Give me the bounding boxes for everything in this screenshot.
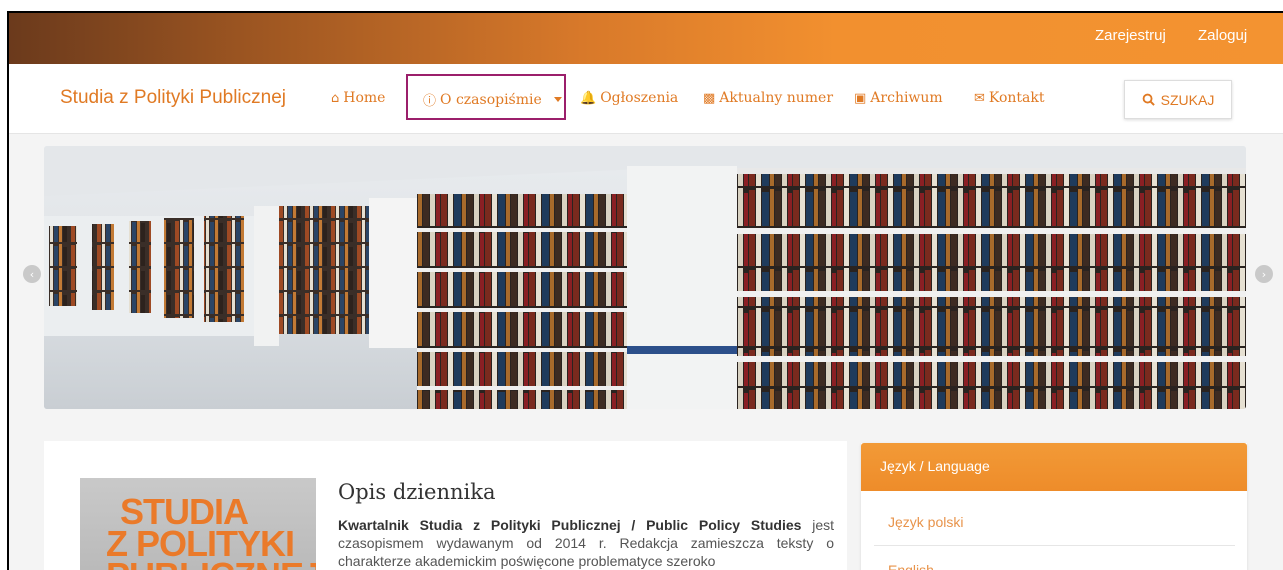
archive-icon: ▣ xyxy=(854,90,867,106)
carousel-next-icon[interactable]: › xyxy=(1255,265,1273,283)
nav-contact-label: Kontakt xyxy=(988,90,1045,106)
search-button[interactable]: SZUKAJ xyxy=(1124,80,1232,119)
register-link[interactable]: Zarejestruj xyxy=(1095,27,1166,44)
journal-description-text: Kwartalnik Studia z Polityki Publicznej … xyxy=(338,516,834,570)
journal-description-card: STUDIA Z POLITYKI PUBLICZNEJ Opis dzienn… xyxy=(44,441,847,570)
nav-contact[interactable]: ✉ Kontakt xyxy=(974,90,1045,106)
main-navbar: Studia z Polityki Publicznej ⌂ Home ⓘ O … xyxy=(9,64,1283,134)
language-polish-link[interactable]: Język polski xyxy=(888,514,963,530)
site-brand[interactable]: Studia z Polityki Publicznej xyxy=(60,87,286,109)
nav-home-label: Home xyxy=(343,90,386,106)
journal-description-bold: Kwartalnik Studia z Polityki Publicznej … xyxy=(338,517,802,533)
library-shelves-illustration xyxy=(44,146,1246,409)
nav-home[interactable]: ⌂ Home xyxy=(331,90,385,106)
nav-archive[interactable]: ▣ Archiwum xyxy=(854,90,943,106)
hero-banner-image xyxy=(44,146,1246,409)
language-divider xyxy=(874,545,1235,546)
carousel-prev-icon[interactable]: ‹ xyxy=(23,265,41,283)
nav-announcements-label: Ogłoszenia xyxy=(600,90,679,106)
book-icon: ▩ xyxy=(703,90,716,106)
info-circle-icon: ⓘ xyxy=(423,94,437,109)
envelope-icon: ✉ xyxy=(974,90,985,106)
home-icon: ⌂ xyxy=(331,90,340,106)
nav-current-issue-label: Aktualny numer xyxy=(719,90,834,106)
top-bar: Zarejestruj Zaloguj xyxy=(9,13,1283,64)
bell-icon: 🔔 xyxy=(580,90,597,106)
nav-about[interactable]: ⓘ O czasopiśmie xyxy=(423,90,562,109)
cover-line-3: PUBLICZNEJ xyxy=(106,558,316,570)
nav-archive-label: Archiwum xyxy=(870,90,943,106)
search-button-label: SZUKAJ xyxy=(1160,91,1215,108)
nav-about-label: O czasopiśmie xyxy=(440,91,542,108)
chevron-down-icon xyxy=(553,97,562,102)
language-widget-title: Język / Language xyxy=(861,443,1247,491)
nav-announcements[interactable]: 🔔 Ogłoszenia xyxy=(580,90,678,106)
journal-cover-image: STUDIA Z POLITYKI PUBLICZNEJ xyxy=(80,478,316,570)
language-english-link[interactable]: English xyxy=(888,562,934,570)
browser-viewport: Zarejestruj Zaloguj Studia z Polityki Pu… xyxy=(7,11,1283,570)
login-link[interactable]: Zaloguj xyxy=(1198,27,1247,44)
journal-description-title: Opis dziennika xyxy=(338,480,496,504)
search-icon xyxy=(1142,93,1155,106)
language-widget: Język / Language Język polski English xyxy=(861,443,1247,570)
nav-current-issue[interactable]: ▩ Aktualny numer xyxy=(703,90,833,106)
